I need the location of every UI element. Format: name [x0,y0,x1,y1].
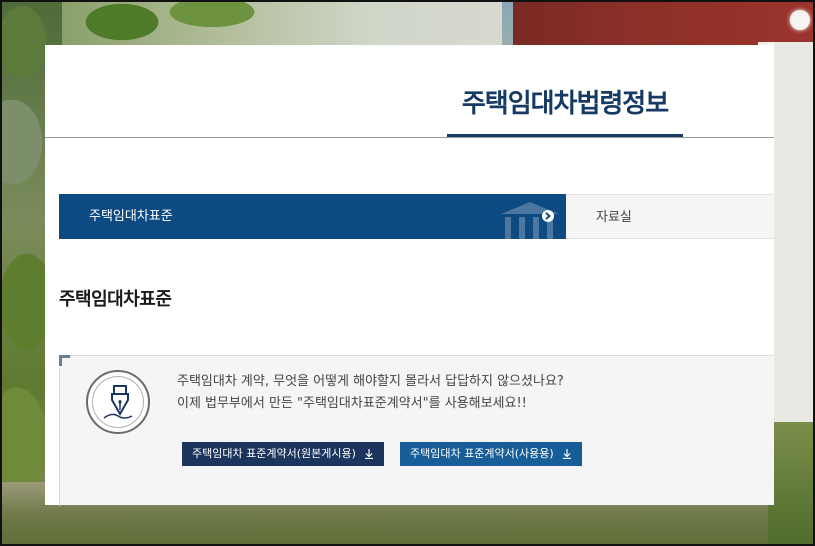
arrow-right-circle-icon [542,210,554,222]
tab-archive[interactable]: 자료실 [566,194,774,239]
info-line-1: 주택임대차 계약, 무엇을 어떻게 해야할지 몰라서 답답하지 않으셨나요? [177,374,564,389]
fountain-pen-icon [86,370,150,434]
download-icon [562,449,571,459]
info-description: 주택임대차 계약, 무엇을 어떻게 해야할지 몰라서 답답하지 않으셨나요? 이… [177,371,564,415]
browser-frame: 주택임대차법령정보 주택임대차표준 자료실 주택임대차표준 주택임대차 계약, … [0,0,815,546]
background-shrub [768,422,813,544]
download-original-button[interactable]: 주택임대차 표준계약서(원본게시용) [182,442,384,466]
section-heading: 주택임대차표준 [59,289,172,310]
background-foliage [62,2,502,46]
background-lamp [790,10,810,30]
download-use-label: 주택임대차 표준계약서(사용용) [410,447,554,460]
content-panel: 주택임대차법령정보 주택임대차표준 자료실 주택임대차표준 주택임대차 계약, … [45,45,774,506]
tab-standard-label: 주택임대차표준 [89,209,173,224]
info-box: 주택임대차 계약, 무엇을 어떻게 해야할지 몰라서 답답하지 않으셨나요? 이… [59,355,774,506]
title-divider [45,137,774,138]
tab-archive-label: 자료실 [596,210,632,225]
background-house-door [768,42,813,422]
download-use-button[interactable]: 주택임대차 표준계약서(사용용) [400,442,582,466]
corner-mark [59,355,70,366]
site-title[interactable]: 주택임대차법령정보 [447,65,683,137]
download-icon [364,449,373,459]
tab-bar: 주택임대차표준 자료실 [59,194,774,239]
download-original-label: 주택임대차 표준계약서(원본게시용) [192,447,356,460]
box-left-rule [59,368,60,506]
tab-standard[interactable]: 주택임대차표준 [59,194,566,239]
info-line-2: 이제 법무부에서 만든 "주택임대차표준계약서"를 사용해보세요!! [177,396,527,411]
